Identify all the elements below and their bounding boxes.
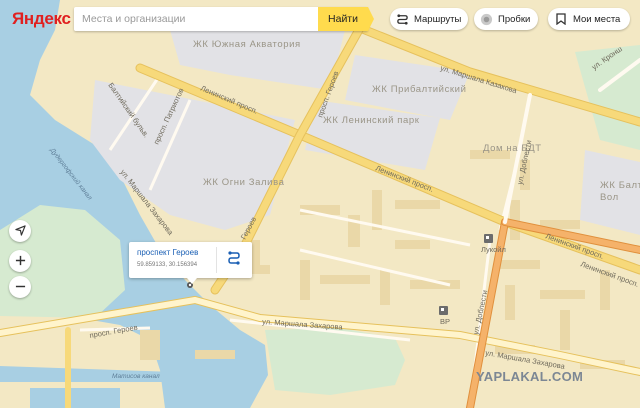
- poi-label: BP: [440, 317, 450, 326]
- popup-divider: [216, 247, 217, 273]
- district-label: ЖК Огни Залива: [203, 177, 285, 188]
- watermark: YAPLAKAL.COM: [476, 369, 584, 384]
- map-canvas[interactable]: ЖК Южная Акватория ЖК Прибалтийский ЖК Л…: [0, 0, 640, 408]
- popup-title[interactable]: проспект Героев: [137, 248, 198, 257]
- popup-tail: [187, 278, 197, 284]
- location-arrow-icon: [14, 223, 26, 239]
- district-label: ЖК Прибалтийский: [372, 84, 467, 95]
- location-marker-dot: [188, 283, 192, 287]
- plus-icon: [15, 253, 26, 269]
- routes-label: Маршруты: [414, 13, 462, 25]
- traffic-icon: [480, 12, 493, 26]
- route-icon: [226, 250, 242, 271]
- traffic-label: Пробки: [498, 13, 531, 25]
- zoom-out-button[interactable]: [9, 276, 31, 298]
- build-route-button[interactable]: [223, 249, 245, 271]
- yandex-logo[interactable]: Яндекс: [12, 9, 71, 29]
- minus-icon: [15, 279, 26, 295]
- search-input[interactable]: [74, 7, 318, 31]
- district-label: ЖК Ленинский парк: [323, 115, 420, 126]
- bookmark-icon: [554, 12, 568, 26]
- geolocation-button[interactable]: [9, 220, 31, 242]
- search-button[interactable]: Найти: [318, 7, 374, 31]
- routes-button[interactable]: Маршруты: [390, 8, 468, 30]
- my-places-label: Мои места: [573, 13, 621, 25]
- location-popup: проспект Героев 59.859133, 30.156394: [129, 242, 252, 284]
- poi-label: Лукойл: [481, 245, 506, 254]
- district-label: Дом на БДТ: [483, 143, 542, 154]
- zoom-in-button[interactable]: [9, 250, 31, 272]
- district-label: ЖК Южная Акватория: [193, 39, 301, 50]
- my-places-button[interactable]: Мои места: [548, 8, 630, 30]
- canal-lower: [30, 388, 120, 408]
- popup-coordinates: 59.859133, 30.156394: [137, 262, 198, 268]
- search-box: Найти: [74, 7, 374, 31]
- fuel-station-icon[interactable]: [439, 306, 448, 315]
- district-label: ЖК Балти: [600, 180, 640, 191]
- traffic-button[interactable]: Пробки: [474, 8, 538, 30]
- water-label: Матисов канал: [112, 373, 160, 380]
- fuel-station-icon[interactable]: [484, 234, 493, 243]
- route-icon: [396, 12, 409, 26]
- district-label: Вол: [600, 192, 619, 203]
